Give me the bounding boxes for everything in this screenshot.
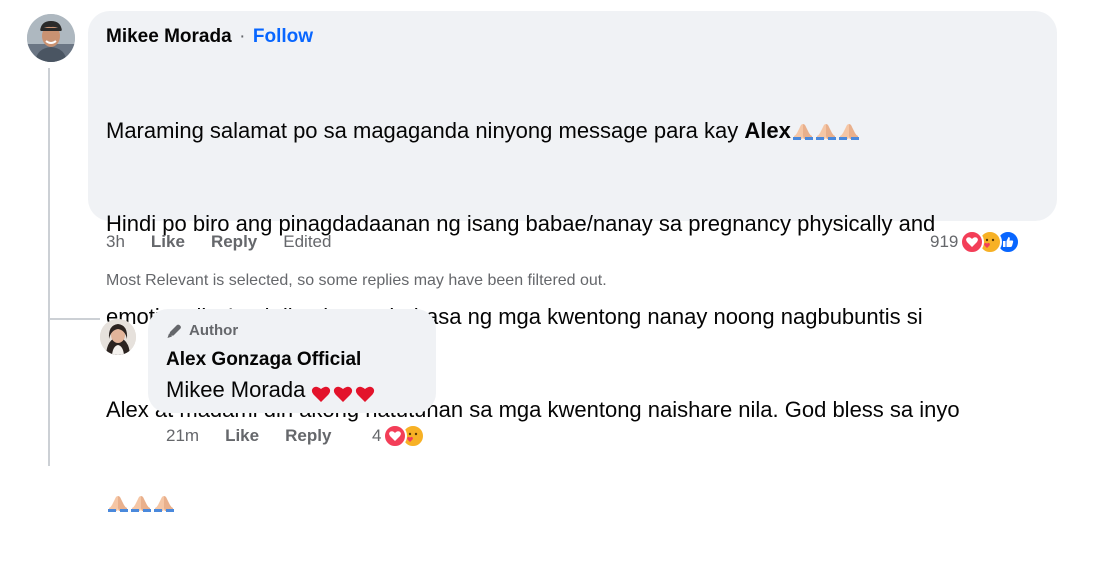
red-heart-icon [355, 381, 375, 402]
separator-dot: · [239, 26, 246, 47]
reply-author[interactable]: Alex Gonzaga Official [166, 349, 361, 371]
reply-mention[interactable]: Mikee Morada [166, 375, 305, 405]
comment-line-1-text: Maraming salamat po sa magaganda ninyong… [106, 118, 745, 143]
reaction-count: 919 [930, 232, 959, 251]
reply-actions: 21m Like Reply [166, 426, 331, 446]
folded-hands-icon [838, 117, 860, 140]
comment-header: Mikee Morada · Follow [106, 26, 313, 48]
reply-like-button[interactable]: Like [225, 426, 259, 446]
reply-reaction-count: 4 [372, 426, 382, 445]
red-heart-icon [333, 381, 353, 402]
reply-avatar[interactable] [100, 319, 136, 355]
comment-author[interactable]: Mikee Morada [106, 26, 232, 47]
reply-button[interactable]: Reply [211, 232, 257, 252]
folded-hands-icon [107, 489, 129, 512]
comment-reactions[interactable]: 919 [930, 230, 1021, 254]
avatar[interactable] [27, 14, 75, 62]
folded-hands-emoji-group [791, 118, 860, 143]
edited-label: Edited [283, 232, 332, 251]
comment-timestamp[interactable]: 3h [106, 232, 125, 252]
love-reaction-icon [383, 424, 408, 448]
love-reaction-icon [960, 230, 985, 254]
follow-button[interactable]: Follow [253, 26, 313, 47]
author-badge-label: Author [189, 322, 239, 339]
reply-timestamp[interactable]: 21m [166, 426, 199, 446]
like-button[interactable]: Like [151, 232, 185, 252]
folded-hands-icon [815, 117, 837, 140]
pen-icon [166, 323, 184, 339]
filter-note: Most Relevant is selected, so some repli… [106, 272, 607, 289]
comment-line-5 [106, 487, 1051, 518]
author-badge: Author [166, 322, 238, 339]
folded-hands-icon [153, 489, 175, 512]
folded-hands-icon [130, 489, 152, 512]
reply-reply-button[interactable]: Reply [285, 426, 331, 446]
comment-actions: 3h Like Reply Edited [106, 232, 331, 252]
reply-bubble: Author Alex Gonzaga Official Mikee Morad… [148, 309, 436, 413]
folded-hands-icon [792, 117, 814, 140]
red-heart-icon [311, 381, 331, 402]
comment-line-1: Maraming salamat po sa magaganda ninyong… [106, 115, 1051, 146]
thread-branch [48, 318, 100, 320]
comment-bubble: Mikee Morada · Follow Maraming salamat p… [88, 11, 1057, 512]
reply-text: Mikee Morada [166, 375, 377, 405]
thread-line [48, 68, 50, 466]
mention-alex: Alex [744, 118, 791, 143]
reply-reactions[interactable]: 4 [372, 424, 426, 448]
